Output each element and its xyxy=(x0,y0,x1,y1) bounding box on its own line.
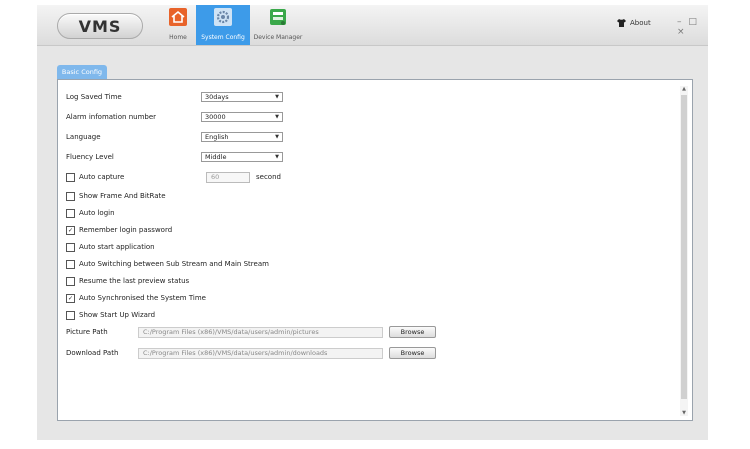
checkbox-row: Show Start Up Wizard xyxy=(66,309,155,321)
download-path-input[interactable]: C:/Program Files (x86)/VMS/data/users/ad… xyxy=(138,347,383,359)
auto-capture-row: Auto capture 60 second xyxy=(66,171,281,183)
checkbox-label: Show Frame And BitRate xyxy=(79,192,166,200)
tab-basic-config[interactable]: Basic Config xyxy=(57,65,107,79)
checkbox-row: Auto start application xyxy=(66,241,155,253)
checkbox-row: ✓ Remember login password xyxy=(66,224,172,236)
alarm-number-label: Alarm infomation number xyxy=(66,113,157,121)
download-path-row: Download Path C:/Program Files (x86)/VMS… xyxy=(66,347,436,359)
tab-system-config-label: System Config xyxy=(201,34,245,41)
about-label: About xyxy=(630,19,651,27)
language-label: Language xyxy=(66,133,101,141)
chevron-down-icon: ▼ xyxy=(275,114,279,120)
option-checkbox[interactable] xyxy=(66,310,75,320)
window-controls[interactable]: – □ × xyxy=(677,17,708,37)
language-select[interactable]: English ▼ xyxy=(201,132,283,142)
picture-path-label: Picture Path xyxy=(66,328,108,336)
scroll-up-icon[interactable]: ▲ xyxy=(680,86,688,92)
log-saved-time-row: Log Saved Time 30days ▼ xyxy=(66,91,283,103)
checkbox-label: Resume the last preview status xyxy=(79,277,190,285)
fluency-row: Fluency Level Middle ▼ xyxy=(66,151,283,163)
option-checkbox[interactable]: ✓ xyxy=(66,293,75,303)
auto-capture-checkbox[interactable] xyxy=(66,172,75,182)
tab-device-manager-label: Device Manager xyxy=(253,34,303,41)
alarm-number-select[interactable]: 30000 ▼ xyxy=(201,112,283,122)
basic-config-panel: Log Saved Time 30days ▼ Alarm infomation … xyxy=(57,79,693,421)
vms-logo: VMS xyxy=(57,13,143,39)
scroll-down-icon[interactable]: ▼ xyxy=(680,410,688,416)
chevron-down-icon: ▼ xyxy=(275,134,279,140)
scrollbar-thumb[interactable] xyxy=(681,95,687,399)
checkbox-label: Auto start application xyxy=(79,243,155,251)
option-checkbox[interactable]: ✓ xyxy=(66,225,75,235)
picture-path-input[interactable]: C:/Program Files (x86)/VMS/data/users/ad… xyxy=(138,326,383,338)
option-checkbox[interactable] xyxy=(66,242,75,252)
picture-path-browse-button[interactable]: Browse xyxy=(389,326,436,338)
checkbox-label: Show Start Up Wizard xyxy=(79,311,156,319)
fluency-label: Fluency Level xyxy=(66,153,114,161)
language-row: Language English ▼ xyxy=(66,131,283,143)
option-checkbox[interactable] xyxy=(66,276,75,286)
checkbox-label: Auto Switching between Sub Stream and Ma… xyxy=(79,260,269,268)
title-bar: VMS Home System Config Device Manager Ab… xyxy=(37,5,708,46)
checkbox-row: Auto login xyxy=(66,207,115,219)
log-saved-time-select[interactable]: 30days ▼ xyxy=(201,92,283,102)
auto-capture-label: Auto capture xyxy=(79,173,125,181)
tab-device-manager[interactable]: Device Manager xyxy=(251,5,305,45)
about-button[interactable]: About xyxy=(617,19,651,27)
fluency-select[interactable]: Middle ▼ xyxy=(201,152,283,162)
home-icon xyxy=(169,8,187,26)
log-saved-time-label: Log Saved Time xyxy=(66,93,122,101)
checkbox-label: Remember login password xyxy=(79,226,173,234)
checkbox-label: Auto login xyxy=(79,209,115,217)
checkbox-row: Auto Switching between Sub Stream and Ma… xyxy=(66,258,269,270)
checkbox-label: Auto Synchronised the System Time xyxy=(79,294,206,302)
checkbox-row: Resume the last preview status xyxy=(66,275,189,287)
log-saved-time-value: 30days xyxy=(205,93,229,101)
checkbox-row: ✓ Auto Synchronised the System Time xyxy=(66,292,206,304)
language-value: English xyxy=(205,133,229,141)
option-checkbox[interactable] xyxy=(66,208,75,218)
download-path-browse-button[interactable]: Browse xyxy=(389,347,436,359)
fluency-value: Middle xyxy=(205,153,227,161)
vertical-scrollbar[interactable]: ▲ ▼ xyxy=(680,86,688,416)
vms-window: VMS Home System Config Device Manager Ab… xyxy=(37,5,708,440)
device-manager-icon xyxy=(269,8,287,26)
download-path-label: Download Path xyxy=(66,349,119,357)
chevron-down-icon: ▼ xyxy=(275,94,279,100)
picture-path-row: Picture Path C:/Program Files (x86)/VMS/… xyxy=(66,326,436,338)
gear-icon xyxy=(214,8,232,26)
auto-capture-interval-input[interactable]: 60 xyxy=(206,171,250,183)
auto-capture-unit: second xyxy=(256,173,281,181)
alarm-number-row: Alarm infomation number 30000 ▼ xyxy=(66,111,283,123)
shirt-icon xyxy=(617,19,626,27)
tab-system-config[interactable]: System Config xyxy=(196,5,250,45)
alarm-number-value: 30000 xyxy=(205,113,226,121)
checkbox-row: Show Frame And BitRate xyxy=(66,190,166,202)
option-checkbox[interactable] xyxy=(66,259,75,269)
chevron-down-icon: ▼ xyxy=(275,154,279,160)
option-checkbox[interactable] xyxy=(66,191,75,201)
